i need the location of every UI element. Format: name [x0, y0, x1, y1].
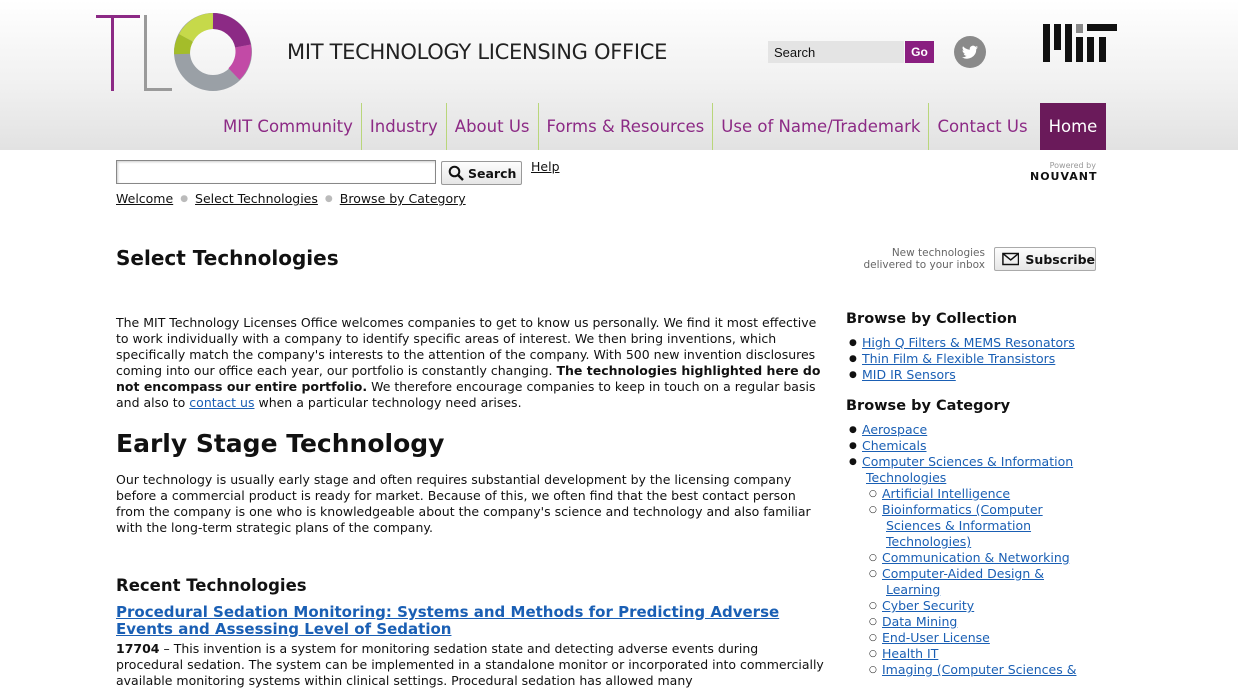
go-button[interactable]: Go	[905, 41, 934, 63]
breadcrumb-select-technologies[interactable]: Select Technologies	[195, 191, 318, 206]
early-stage-paragraph: Our technology is usually early stage an…	[116, 472, 811, 535]
nav-contact-us[interactable]: Contact Us	[929, 103, 1035, 150]
nav-use-of-name[interactable]: Use of Name/Trademark	[713, 103, 930, 150]
nav-mit-community[interactable]: MIT Community	[215, 103, 362, 150]
search-button-label: Search	[468, 165, 517, 181]
collection-link[interactable]: Thin Film & Flexible Transistors	[862, 351, 1055, 367]
browse-by-collection-heading: Browse by Collection	[846, 311, 1018, 327]
category-link[interactable]: Aerospace	[862, 422, 927, 438]
breadcrumb: Welcome ● Select Technologies ● Browse b…	[116, 191, 466, 206]
search-button[interactable]: Search	[441, 161, 522, 185]
powered-by-badge[interactable]: Powered by NOUVANT	[1030, 161, 1096, 183]
category-link[interactable]: Chemicals	[862, 438, 927, 454]
nouvant-logo: NOUVANT	[1030, 170, 1098, 183]
early-stage-heading: Early Stage Technology	[116, 429, 445, 458]
subcategory-link[interactable]: Computer-Aided Design & Learning	[882, 566, 1057, 598]
site-title: MIT TECHNOLOGY LICENSING OFFICE	[287, 40, 668, 64]
list-item: MID IR Sensors	[846, 367, 1106, 383]
subcategory-link[interactable]: Bioinformatics (Computer Sciences & Info…	[882, 502, 1062, 550]
subscribe-note-line-2: delivered to your inbox	[863, 259, 985, 271]
subcategory-link[interactable]: Health IT	[882, 646, 938, 662]
main-nav: MIT Community Industry About Us Forms & …	[215, 103, 1107, 150]
mit-logo[interactable]	[1043, 24, 1117, 62]
technology-title-link[interactable]: Procedural Sedation Monitoring: Systems …	[116, 604, 828, 638]
sidebar: Browse by Collection High Q Filters & ME…	[846, 311, 1106, 688]
list-item: End-User License	[866, 630, 1106, 646]
envelope-icon	[1002, 252, 1020, 266]
powered-by-label: Powered by	[1049, 161, 1096, 170]
subcategory-link[interactable]: Cyber Security	[882, 598, 974, 614]
subcategory-link[interactable]: Artificial Intelligence	[882, 486, 1010, 502]
subcategory-link[interactable]: Communication & Networking	[882, 550, 1070, 566]
intro-paragraph: The MIT Technology Licenses Office welco…	[116, 315, 828, 411]
list-item: Cyber Security	[866, 598, 1106, 614]
magnifier-icon	[448, 165, 464, 181]
list-item: Artificial Intelligence	[866, 486, 1106, 502]
subscribe-label: Subscribe	[1025, 251, 1095, 267]
breadcrumb-separator: ●	[324, 193, 333, 204]
collection-link[interactable]: MID IR Sensors	[862, 367, 956, 383]
subcategory-link[interactable]: Imaging (Computer Sciences &	[882, 662, 1076, 678]
list-item: Bioinformatics (Computer Sciences & Info…	[866, 502, 1106, 550]
technology-summary: 17704 – This invention is a system for m…	[116, 641, 828, 688]
collection-list: High Q Filters & MEMS Resonators Thin Fi…	[846, 335, 1106, 383]
site-search-input[interactable]	[768, 41, 904, 63]
technology-description: – This invention is a system for monitor…	[116, 641, 824, 688]
list-item: Aerospace	[846, 422, 1106, 438]
subscribe-note-line-1: New technologies	[891, 247, 985, 259]
breadcrumb-welcome[interactable]: Welcome	[116, 191, 173, 206]
recent-technologies-heading: Recent Technologies	[116, 576, 307, 595]
nav-forms-resources[interactable]: Forms & Resources	[539, 103, 714, 150]
breadcrumb-browse-by-category[interactable]: Browse by Category	[340, 191, 466, 206]
subcategory-link[interactable]: Data Mining	[882, 614, 957, 630]
list-item: Communication & Networking	[866, 550, 1106, 566]
nav-industry[interactable]: Industry	[362, 103, 447, 150]
page-title: Select Technologies	[116, 246, 339, 270]
tlo-logo[interactable]	[96, 12, 256, 94]
category-link[interactable]: Computer Sciences & Information Technolo…	[862, 454, 1077, 486]
collection-link[interactable]: High Q Filters & MEMS Resonators	[862, 335, 1075, 351]
nav-home[interactable]: Home	[1039, 103, 1107, 150]
contact-us-link[interactable]: contact us	[189, 395, 254, 410]
breadcrumb-separator: ●	[180, 193, 189, 204]
list-item: Imaging (Computer Sciences &	[866, 662, 1106, 678]
site-header: MIT TECHNOLOGY LICENSING OFFICE Go MIT C…	[0, 0, 1238, 150]
subscribe-button[interactable]: Subscribe	[994, 247, 1096, 271]
list-item: Data Mining	[866, 614, 1106, 630]
list-item: High Q Filters & MEMS Resonators	[846, 335, 1106, 351]
subcategory-link[interactable]: End-User License	[882, 630, 990, 646]
subcategory-list: Artificial Intelligence Bioinformatics (…	[866, 486, 1106, 678]
nav-about-us[interactable]: About Us	[447, 103, 539, 150]
intro-text-3: when a particular technology need arises…	[258, 395, 522, 410]
main-content: The MIT Technology Licenses Office welco…	[116, 315, 828, 688]
browse-by-category-heading: Browse by Category	[846, 398, 1011, 414]
list-item: Health IT	[866, 646, 1106, 662]
subscribe-note: New technologies delivered to your inbox	[840, 247, 985, 271]
list-item: Thin Film & Flexible Transistors	[846, 351, 1106, 367]
technology-id: 17704	[116, 641, 160, 656]
technology-search-input[interactable]	[116, 160, 436, 184]
list-item: Chemicals	[846, 438, 1106, 454]
help-link[interactable]: Help	[531, 159, 560, 174]
list-item: Computer Sciences & Information Technolo…	[846, 454, 1106, 678]
list-item: Computer-Aided Design & Learning	[866, 566, 1106, 598]
twitter-bird-icon[interactable]	[954, 36, 986, 68]
category-list: Aerospace Chemicals Computer Sciences & …	[846, 422, 1106, 678]
